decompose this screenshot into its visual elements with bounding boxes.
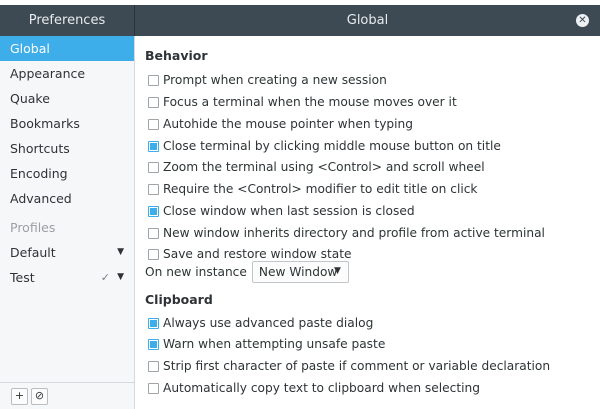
checkbox[interactable] [148,96,159,108]
new-instance-row: On new instance New Window ▼ [145,260,349,284]
sidebar-item-bookmarks[interactable]: Bookmarks [0,111,134,136]
checkbox[interactable] [148,183,159,195]
option-label: Focus a terminal when the mouse moves ov… [163,95,457,109]
remove-profile-button[interactable]: ⊘ [31,388,48,405]
main-panel: Behavior Prompt when creating a new sess… [135,36,600,409]
preferences-window: Preferences Global ✕ Global Appearance Q… [0,0,600,409]
window-frame: Preferences Global ✕ Global Appearance Q… [0,5,600,409]
new-instance-value: New Window [258,265,338,279]
chevron-down-icon: ▼ [333,266,341,276]
page-title: Global [346,13,389,28]
option-ctrl-edit-title[interactable]: Require the <Control> modifier to edit t… [148,180,478,198]
profile-item-test[interactable]: Test ✓ ▼ [0,265,134,290]
sidebar-item-shortcuts[interactable]: Shortcuts [0,136,134,161]
sidebar-item-encoding[interactable]: Encoding [0,161,134,186]
clipboard-heading: Clipboard [145,292,213,307]
option-label: Close window when last session is closed [163,204,415,218]
no-entry-icon: ⊘ [34,389,45,402]
checkbox[interactable] [148,161,159,173]
option-ctrl-scroll-zoom[interactable]: Zoom the terminal using <Control> and sc… [148,158,485,176]
option-label: Zoom the terminal using <Control> and sc… [163,160,485,174]
sidebar-item-quake[interactable]: Quake [0,86,134,111]
checkbox[interactable] [148,74,159,86]
option-label: Warn when attempting unsafe paste [163,337,386,351]
option-focus-on-mouse[interactable]: Focus a terminal when the mouse moves ov… [148,93,457,111]
checkbox[interactable] [148,382,159,394]
profile-name: Default [10,245,56,260]
checkbox[interactable] [148,227,159,239]
sidebar-item-global[interactable]: Global [0,36,134,61]
checkbox[interactable] [148,205,159,217]
option-label: New window inherits directory and profil… [163,226,545,240]
sidebar-title: Preferences [0,5,134,36]
option-label: Automatically copy text to clipboard whe… [163,381,480,395]
close-icon[interactable]: ✕ [576,14,589,27]
profiles-heading: Profiles [10,220,56,235]
option-label: Always use advanced paste dialog [163,316,374,330]
option-close-last-session[interactable]: Close window when last session is closed [148,202,415,220]
chevron-down-icon[interactable]: ▼ [117,240,124,265]
option-advanced-paste[interactable]: Always use advanced paste dialog [148,314,373,332]
sidebar-item-advanced[interactable]: Advanced [0,186,134,211]
option-label: Prompt when creating a new session [163,73,387,87]
option-inherit-directory[interactable]: New window inherits directory and profil… [148,224,545,242]
sidebar-footer: + ⊘ [0,382,134,409]
new-instance-select[interactable]: New Window ▼ [251,261,349,283]
option-label: Autohide the mouse pointer when typing [163,117,413,131]
checkbox[interactable] [148,317,159,329]
profile-name: Test [10,270,35,285]
option-label: Strip first character of paste if commen… [163,359,551,373]
add-profile-button[interactable]: + [11,388,28,405]
option-label: Require the <Control> modifier to edit t… [163,182,478,196]
sidebar: Global Appearance Quake Bookmarks Shortc… [0,36,135,409]
option-warn-unsafe-paste[interactable]: Warn when attempting unsafe paste [148,335,385,353]
option-prompt-new-session[interactable]: Prompt when creating a new session [148,71,387,89]
checkmark-icon: ✓ [100,271,110,284]
option-middle-click-close[interactable]: Close terminal by clicking middle mouse … [148,137,501,155]
checkbox[interactable] [148,118,159,130]
checkbox[interactable] [148,248,159,260]
option-autohide-pointer[interactable]: Autohide the mouse pointer when typing [148,115,413,133]
page-title-bar: Global ✕ [135,5,600,36]
option-label: Save and restore window state [163,247,352,261]
checkbox[interactable] [148,140,159,152]
checkbox[interactable] [148,360,159,372]
behavior-heading: Behavior [145,48,208,63]
sidebar-item-appearance[interactable]: Appearance [0,61,134,86]
chevron-down-icon[interactable]: ▼ [117,265,124,290]
option-label: Close terminal by clicking middle mouse … [163,139,501,153]
new-instance-label: On new instance [145,265,247,279]
option-strip-first-char[interactable]: Strip first character of paste if commen… [148,357,550,375]
option-copy-on-select[interactable]: Automatically copy text to clipboard whe… [148,379,480,397]
checkbox[interactable] [148,338,159,350]
profile-item-default[interactable]: Default ▼ [0,240,134,265]
plus-icon: + [14,389,25,402]
